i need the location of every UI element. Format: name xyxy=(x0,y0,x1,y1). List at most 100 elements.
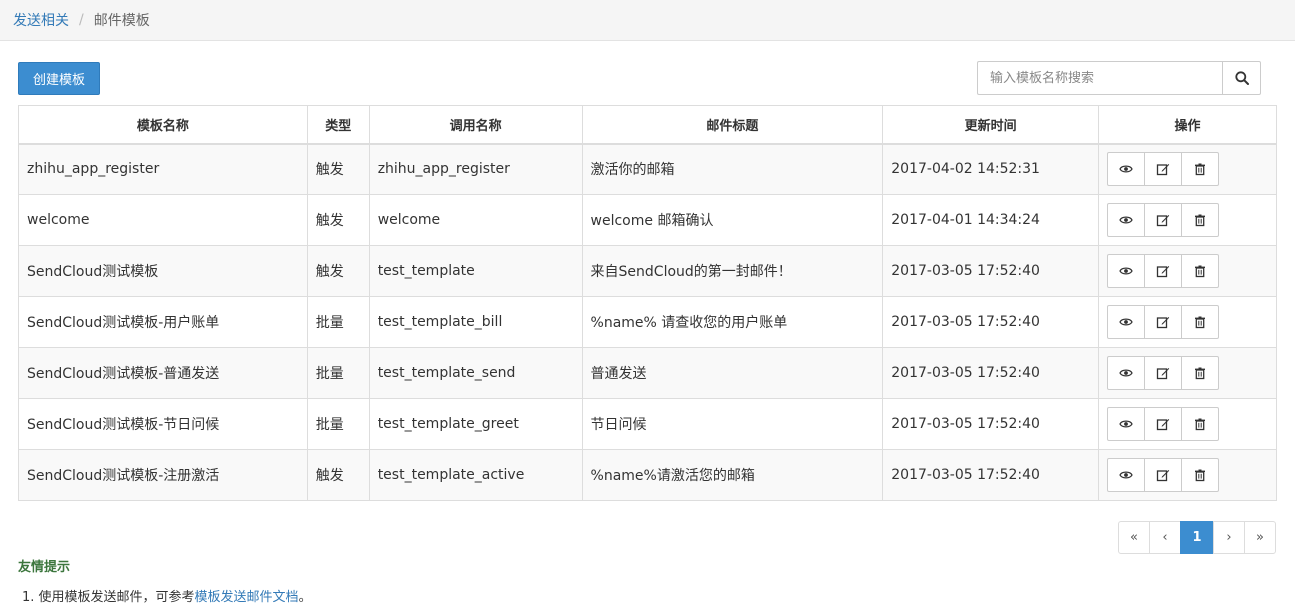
cell-updated: 2017-03-05 17:52:40 xyxy=(882,347,1100,399)
cell-actions xyxy=(1098,143,1277,195)
column-header-actions: 操作 xyxy=(1098,105,1277,145)
cell-actions xyxy=(1098,296,1277,348)
cell-template-name: SendCloud测试模板-节日问候 xyxy=(18,398,308,450)
page-prev-button[interactable]: ‹ xyxy=(1149,521,1181,554)
page-first-button[interactable]: « xyxy=(1118,521,1150,554)
cell-template-name: SendCloud测试模板-用户账单 xyxy=(18,296,308,348)
cell-subject: 节日问候 xyxy=(581,398,884,450)
page-next-button[interactable]: › xyxy=(1213,521,1245,554)
table-header-row: 模板名称 类型 调用名称 邮件标题 更新时间 操作 xyxy=(18,105,1277,145)
cell-type: 批量 xyxy=(306,398,370,450)
edit-icon xyxy=(1156,164,1170,176)
search-button[interactable] xyxy=(1222,61,1261,95)
edit-button[interactable] xyxy=(1144,152,1183,187)
delete-button[interactable] xyxy=(1181,407,1220,441)
view-button[interactable] xyxy=(1107,305,1146,339)
delete-button[interactable] xyxy=(1181,203,1220,237)
trash-icon xyxy=(1195,418,1206,431)
view-button[interactable] xyxy=(1107,458,1146,492)
trash-icon xyxy=(1195,265,1206,278)
trash-icon xyxy=(1195,214,1206,227)
edit-icon xyxy=(1156,419,1170,431)
row-action-group xyxy=(1107,254,1268,288)
edit-button[interactable] xyxy=(1144,254,1183,288)
trash-icon xyxy=(1195,367,1206,380)
eye-icon xyxy=(1119,369,1133,377)
delete-button[interactable] xyxy=(1181,458,1220,492)
cell-type: 触发 xyxy=(306,245,370,297)
search-group xyxy=(977,61,1261,95)
cell-actions xyxy=(1098,194,1277,246)
eye-icon xyxy=(1119,420,1133,428)
cell-template-name: SendCloud测试模板-普通发送 xyxy=(18,347,308,399)
tips-line-suffix: 。 xyxy=(298,590,312,605)
cell-actions xyxy=(1098,449,1277,501)
table-row: welcome 触发 welcome welcome 邮箱确认 2017-04-01 1… xyxy=(18,194,1277,246)
edit-icon xyxy=(1156,470,1170,482)
edit-button[interactable] xyxy=(1144,305,1183,339)
cell-updated: 2017-03-05 17:52:40 xyxy=(882,296,1100,348)
cell-subject: 来自SendCloud的第一封邮件！ xyxy=(581,245,884,297)
cell-template-name: SendCloud测试模板 xyxy=(18,245,308,297)
cell-call-name: test_template xyxy=(368,245,583,297)
edit-button[interactable] xyxy=(1144,458,1183,492)
row-action-group xyxy=(1107,203,1268,237)
cell-type: 触发 xyxy=(306,449,370,501)
breadcrumb-separator: / xyxy=(79,12,84,28)
cell-updated: 2017-03-05 17:52:40 xyxy=(882,449,1100,501)
edit-icon xyxy=(1156,368,1170,380)
table-row: SendCloud测试模板 触发 test_template 来自SendCloud的… xyxy=(18,245,1277,297)
cell-subject: 激活你的邮箱 xyxy=(581,143,884,195)
cell-template-name: zhihu_app_register xyxy=(18,143,308,195)
view-button[interactable] xyxy=(1107,203,1146,237)
cell-call-name: welcome xyxy=(368,194,583,246)
view-button[interactable] xyxy=(1107,356,1146,390)
cell-updated: 2017-03-05 17:52:40 xyxy=(882,245,1100,297)
view-button[interactable] xyxy=(1107,254,1146,288)
column-header-updated: 更新时间 xyxy=(882,105,1100,145)
create-template-button[interactable]: 创建模板 xyxy=(18,62,100,95)
cell-actions xyxy=(1098,245,1277,297)
view-button[interactable] xyxy=(1107,152,1146,187)
delete-button[interactable] xyxy=(1181,254,1220,288)
cell-type: 批量 xyxy=(306,296,370,348)
eye-icon xyxy=(1119,318,1133,326)
column-header-subject: 邮件标题 xyxy=(581,105,884,145)
delete-button[interactable] xyxy=(1181,152,1220,187)
cell-call-name: test_template_active xyxy=(368,449,583,501)
page-current-button[interactable]: 1 xyxy=(1180,521,1214,554)
view-button[interactable] xyxy=(1107,407,1146,441)
edit-icon xyxy=(1156,215,1170,227)
cell-call-name: test_template_bill xyxy=(368,296,583,348)
edit-button[interactable] xyxy=(1144,356,1183,390)
tips-line-prefix: 1. 使用模板发送邮件，可参考 xyxy=(22,590,195,605)
trash-icon xyxy=(1195,469,1206,482)
delete-button[interactable] xyxy=(1181,356,1220,390)
row-action-group xyxy=(1107,407,1268,441)
table-row: SendCloud测试模板-节日问候 批量 test_template_greet 节… xyxy=(18,398,1277,450)
column-header-name: 模板名称 xyxy=(18,105,308,145)
cell-actions xyxy=(1098,347,1277,399)
breadcrumb: 发送相关 / 邮件模板 xyxy=(0,0,1295,41)
table-row: SendCloud测试模板-用户账单 批量 test_template_bill %n… xyxy=(18,296,1277,348)
edit-button[interactable] xyxy=(1144,407,1183,441)
cell-updated: 2017-03-05 17:52:40 xyxy=(882,398,1100,450)
cell-updated: 2017-04-01 14:34:24 xyxy=(882,194,1100,246)
template-doc-link[interactable]: 模板发送邮件文档 xyxy=(195,590,299,605)
search-input[interactable] xyxy=(977,61,1222,95)
breadcrumb-parent-link[interactable]: 发送相关 xyxy=(13,10,69,30)
cell-call-name: test_template_send xyxy=(368,347,583,399)
search-icon xyxy=(1234,71,1249,85)
trash-icon xyxy=(1195,163,1206,176)
delete-button[interactable] xyxy=(1181,305,1220,339)
eye-icon xyxy=(1119,165,1133,173)
row-action-group xyxy=(1107,305,1268,339)
cell-template-name: welcome xyxy=(18,194,308,246)
page-last-button[interactable]: » xyxy=(1244,521,1276,554)
tips-line: 1. 使用模板发送邮件，可参考模板发送邮件文档。 xyxy=(22,586,312,605)
row-action-group xyxy=(1107,152,1268,187)
edit-button[interactable] xyxy=(1144,203,1183,237)
cell-subject: %name% 请查收您的用户账单 xyxy=(581,296,884,348)
cell-actions xyxy=(1098,398,1277,450)
column-header-call-name: 调用名称 xyxy=(368,105,583,145)
